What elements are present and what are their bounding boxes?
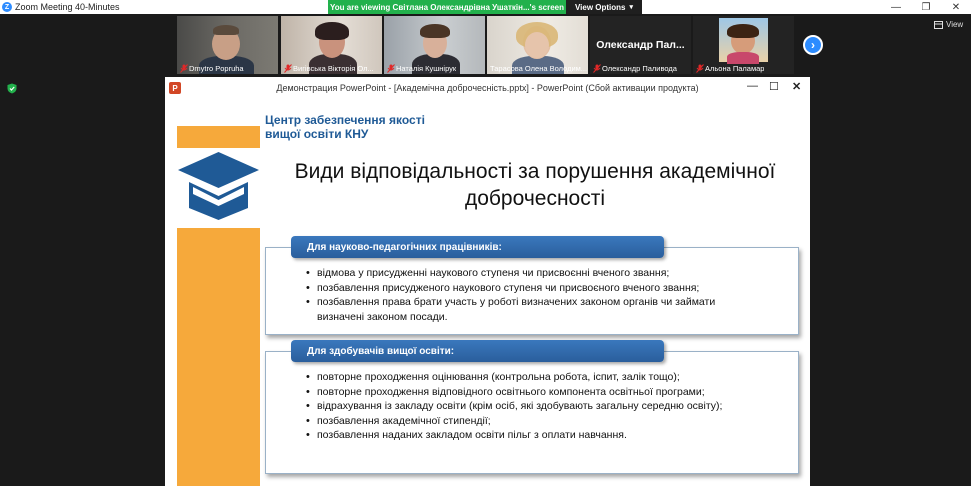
view-label: View	[946, 20, 964, 29]
list-item: позбавлення академічної стипендії;	[306, 414, 758, 429]
mic-muted-icon	[386, 64, 395, 73]
section-list: повторне проходження оцінювання (контрол…	[306, 370, 758, 443]
participant-tile[interactable]: Наталія Кушнірук	[384, 16, 485, 74]
participant-name: Вигівська Вікторія Ол...	[293, 64, 374, 73]
participant-tile[interactable]: Тарасова Олена Володим...	[487, 16, 588, 74]
mic-muted-icon	[179, 64, 188, 73]
viewing-message: You are viewing Світлана Олександрівна У…	[330, 2, 564, 12]
slide-title-line: доброчесності	[464, 187, 606, 210]
minimize-icon[interactable]: —	[881, 0, 911, 14]
participant-name: Dmytro Popruha	[189, 64, 244, 73]
grid-view-icon	[934, 20, 943, 29]
participant-name: Наталія Кушнірук	[396, 64, 457, 73]
section-staff: Для науково-педагогічних працівників: ві…	[265, 236, 799, 335]
section-header: Для науково-педагогічних працівників:	[291, 236, 664, 258]
window-controls: — ❐ ✕	[881, 0, 971, 14]
section-header: Для здобувачів вищої освіти:	[291, 340, 664, 362]
window-title: Zoom Meeting 40-Minutes	[15, 2, 120, 12]
maximize-icon[interactable]: ❐	[911, 0, 941, 14]
center-name-line: Центр забезпечення якості	[265, 113, 425, 127]
participant-name: Альона Паламар	[705, 64, 765, 73]
participant-name-bar: Альона Паламар	[693, 63, 794, 74]
center-name-line: вищої освіти КНУ	[265, 127, 369, 141]
viewing-banner: You are viewing Світлана Олександрівна У…	[328, 0, 642, 14]
list-item: позбавлення права брати участь у роботі …	[306, 295, 758, 324]
next-page-button[interactable]: ›	[803, 35, 823, 55]
section-students: Для здобувачів вищої освіти: повторне пр…	[265, 340, 799, 474]
encryption-shield-icon[interactable]	[7, 83, 17, 94]
chevron-right-icon: ›	[811, 38, 815, 52]
participant-name-bar: Наталія Кушнірук	[384, 63, 485, 74]
section-list: відмова у присудженні наукового ступеня …	[306, 266, 758, 324]
view-button[interactable]: View	[934, 20, 963, 29]
list-item: позбавлення присудженого наукового ступе…	[306, 281, 758, 296]
graduation-cap-icon	[177, 148, 260, 228]
slide: Центр забезпечення якості вищої освіти К…	[165, 99, 810, 486]
participant-display-name: Олександр Пал...	[596, 39, 685, 51]
participant-name: Тарасова Олена Володим...	[490, 64, 588, 73]
zoom-app-icon: Z	[2, 2, 12, 12]
center-name: Центр забезпечення якості вищої освіти К…	[265, 113, 425, 141]
powerpoint-title-bar: P Демонстрация PowerPoint - [Академічна …	[165, 77, 810, 99]
participant-tile[interactable]: Вигівська Вікторія Ол...	[281, 16, 382, 74]
participant-name-bar: Dmytro Popruha	[177, 63, 278, 74]
mic-muted-icon	[695, 64, 704, 73]
participant-tile[interactable]: Олександр Пал... Олександр Паливода	[590, 16, 691, 74]
minimize-icon[interactable]: —	[747, 80, 758, 92]
participant-tile[interactable]: Dmytro Popruha	[177, 16, 278, 74]
close-icon[interactable]: ✕	[792, 80, 801, 93]
list-item: позбавлення наданих закладом освіти піль…	[306, 428, 758, 443]
view-options-button[interactable]: View Options ▾	[566, 0, 642, 14]
list-item: повторне проходження оцінювання (контрол…	[306, 370, 758, 385]
list-item: повторне проходження відповідного освітн…	[306, 385, 758, 400]
mic-muted-icon	[283, 64, 292, 73]
participant-tile[interactable]: Альона Паламар	[693, 16, 794, 74]
zoom-window: Z Zoom Meeting 40-Minutes You are viewin…	[0, 0, 971, 486]
maximize-icon[interactable]: ☐	[769, 80, 779, 93]
view-options-label: View Options	[574, 2, 626, 12]
participant-name-bar: Олександр Паливода	[590, 63, 691, 74]
participant-name: Олександр Паливода	[602, 64, 677, 73]
powerpoint-window: P Демонстрация PowerPoint - [Академічна …	[165, 77, 810, 486]
mic-muted-icon	[592, 64, 601, 73]
list-item: відрахування із закладу освіти (крім осі…	[306, 399, 758, 414]
participant-name-bar: Тарасова Олена Володим...	[487, 63, 588, 74]
close-icon[interactable]: ✕	[941, 0, 971, 14]
slide-title: Види відповідальності за порушення акаде…	[275, 158, 795, 212]
list-item: відмова у присудженні наукового ступеня …	[306, 266, 758, 281]
slide-title-line: Види відповідальності за порушення акаде…	[294, 160, 776, 183]
chevron-down-icon: ▾	[629, 4, 634, 11]
participant-name-bar: Вигівська Вікторія Ол...	[281, 63, 382, 74]
powerpoint-window-title: Демонстрация PowerPoint - [Академічна до…	[276, 83, 699, 93]
